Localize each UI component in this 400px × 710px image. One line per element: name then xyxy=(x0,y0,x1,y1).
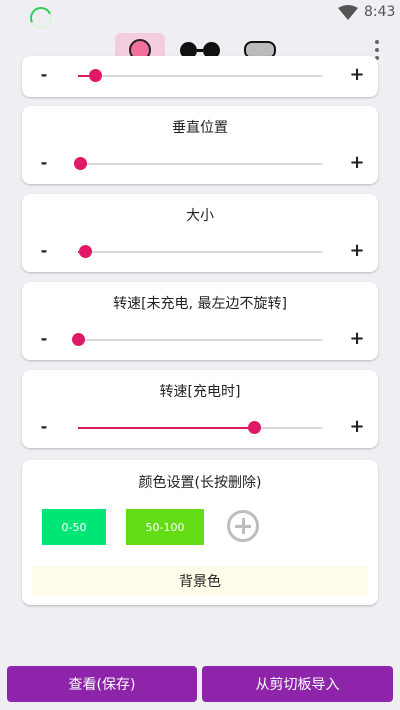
slider[interactable] xyxy=(72,333,322,346)
view-save-button[interactable]: 查看(保存) xyxy=(7,666,197,702)
card-title: 转速[未充电, 最左边不旋转] xyxy=(113,296,287,312)
status-bar: 8:43 xyxy=(0,0,400,33)
view-save-label: 查看(保存) xyxy=(68,677,136,693)
slider-thumb[interactable] xyxy=(72,333,85,346)
status-time: 8:43 xyxy=(364,4,396,20)
decrease-button[interactable]: - xyxy=(38,329,50,348)
increase-button[interactable]: + xyxy=(349,152,365,173)
slider-fill xyxy=(78,427,254,429)
card-title: 颜色设置(长按删除) xyxy=(138,475,262,491)
wifi-icon xyxy=(338,5,358,20)
decrease-button[interactable]: - xyxy=(38,153,50,172)
slider-thumb[interactable] xyxy=(89,69,103,82)
increase-button[interactable]: + xyxy=(349,240,365,261)
card-title: 大小 xyxy=(186,208,214,224)
rotation-speed-charging-card: 转速[充电时] - + xyxy=(22,370,378,448)
add-circle-icon[interactable] xyxy=(227,510,259,542)
increase-button[interactable]: + xyxy=(349,328,365,349)
card-title: 垂直位置 xyxy=(172,120,228,136)
slider[interactable] xyxy=(74,157,322,170)
card-title: 转速[充电时] xyxy=(159,384,241,400)
decrease-button[interactable]: - xyxy=(38,417,50,436)
swatch-label: 50-100 xyxy=(145,520,185,534)
swatch-label: 0-50 xyxy=(61,520,87,534)
color-swatch[interactable]: 50-100 xyxy=(126,509,204,545)
size-card: 大小 - + xyxy=(22,194,378,272)
slider-card-partial: - + xyxy=(22,56,378,97)
slider-thumb[interactable] xyxy=(247,421,261,434)
decrease-button[interactable]: - xyxy=(38,241,50,260)
color-settings-card: 颜色设置(长按删除) 0-50 50-100 背景色 xyxy=(22,460,378,605)
background-color-button[interactable]: 背景色 xyxy=(32,566,368,596)
slider[interactable] xyxy=(78,69,322,82)
import-clipboard-label: 从剪切板导入 xyxy=(255,677,340,693)
decrease-button[interactable]: - xyxy=(38,65,50,84)
import-clipboard-button[interactable]: 从剪切板导入 xyxy=(202,666,393,702)
rotation-speed-uncharged-card: 转速[未充电, 最左边不旋转] - + xyxy=(22,282,378,360)
slider-thumb[interactable] xyxy=(79,245,93,258)
vertical-position-card: 垂直位置 - + xyxy=(22,106,378,184)
slider-thumb[interactable] xyxy=(74,157,88,170)
loading-spinner-icon xyxy=(26,3,56,33)
background-color-label: 背景色 xyxy=(179,574,221,590)
slider[interactable] xyxy=(78,421,322,434)
color-swatch[interactable]: 0-50 xyxy=(42,509,106,545)
increase-button[interactable]: + xyxy=(349,416,365,437)
slider[interactable] xyxy=(78,245,322,258)
increase-button[interactable]: + xyxy=(349,64,365,85)
